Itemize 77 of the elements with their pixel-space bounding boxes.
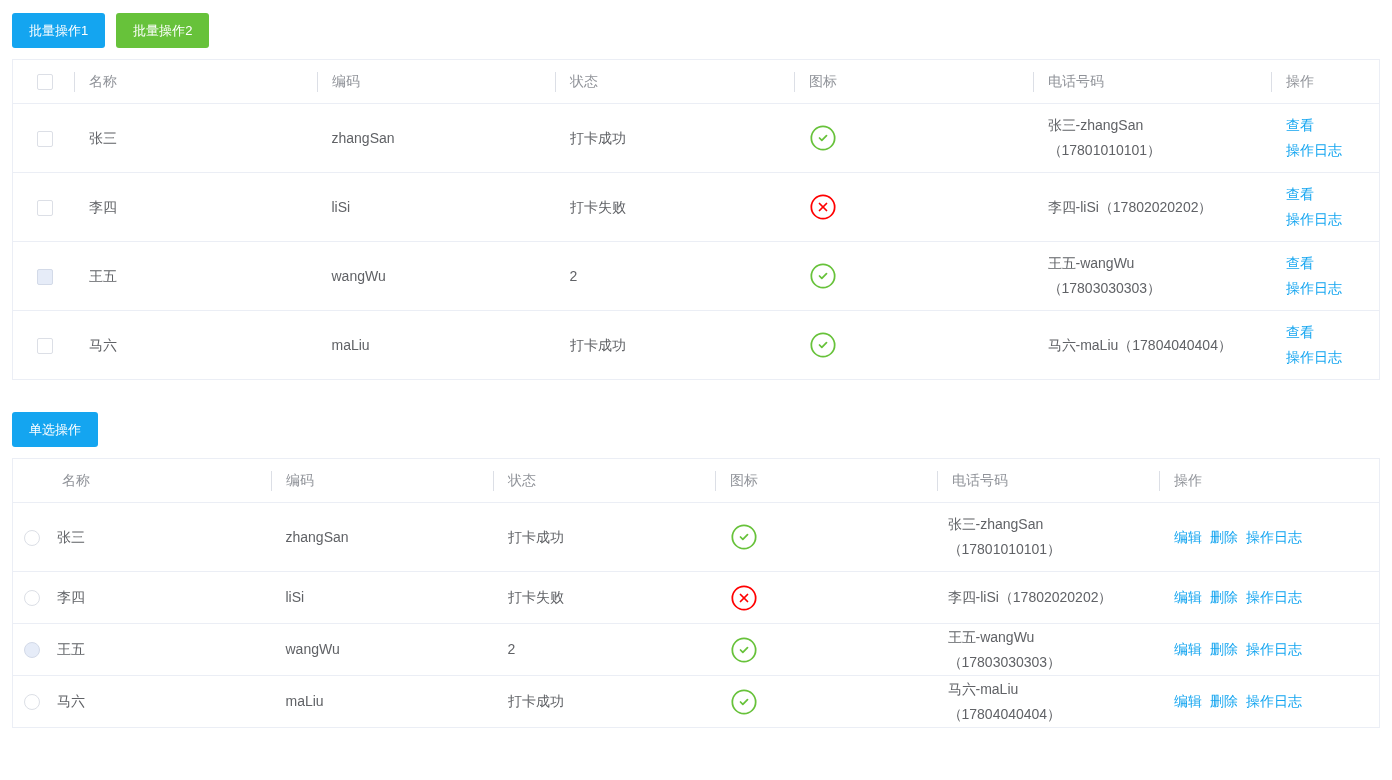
action-link[interactable]: 删除: [1209, 524, 1238, 550]
action-link[interactable]: 操作日志: [1245, 689, 1302, 714]
column-header: 电话号码: [951, 471, 1008, 490]
batch-action-button[interactable]: 批量操作1: [12, 13, 106, 48]
table-cell-text: 张三-zhangSan（17801010101）: [947, 515, 1063, 559]
table-cell-text: zhangSan: [285, 527, 349, 547]
table-cell-text: liSi: [285, 588, 305, 607]
column-header: 图标: [729, 471, 758, 490]
x-circle-icon: [808, 193, 837, 221]
action-link[interactable]: 操作日志: [1245, 585, 1302, 610]
check-circle-icon: [729, 523, 758, 551]
column-header: 编码: [285, 471, 314, 490]
table-cell-text: 王五: [88, 266, 117, 286]
column-header: 编码: [331, 72, 360, 91]
table-cell-text: zhangSan: [331, 128, 395, 148]
table-cell-text: liSi: [331, 197, 351, 217]
table-cell-text: 王五: [56, 640, 85, 659]
row-checkbox[interactable]: [37, 199, 53, 216]
column-header: 操作: [1285, 72, 1314, 91]
table-cell-text: maLiu: [285, 692, 324, 711]
column-header: 图标: [808, 72, 837, 91]
table-cell-text: 马六: [56, 692, 85, 711]
action-link[interactable]: 操作日志: [1285, 138, 1342, 163]
action-link[interactable]: 编辑: [1173, 524, 1202, 550]
action-link[interactable]: 编辑: [1173, 689, 1202, 714]
table-cell-text: wangWu: [331, 266, 386, 286]
check-circle-icon: [808, 262, 837, 290]
x-circle-icon: [729, 583, 758, 612]
check-circle-icon: [729, 635, 758, 664]
table-cell-text: 李四: [56, 588, 85, 607]
row-radio[interactable]: [24, 590, 40, 607]
column-header: 名称: [61, 471, 90, 490]
action-link[interactable]: 操作日志: [1285, 207, 1342, 232]
column-header: 状态: [507, 471, 536, 490]
action-link[interactable]: 编辑: [1173, 585, 1202, 610]
table-cell-text: 打卡成功: [507, 527, 564, 547]
table-cell-text: 马六-maLiu（17804040404）: [947, 679, 1063, 724]
batch-action-button[interactable]: 单选操作: [12, 412, 98, 447]
table-cell-text: 2: [569, 266, 578, 286]
table-cell-text: 张三: [88, 128, 117, 148]
action-link[interactable]: 操作日志: [1285, 345, 1342, 370]
action-link[interactable]: 删除: [1209, 689, 1238, 714]
row-checkbox[interactable]: [37, 130, 53, 147]
action-link[interactable]: 查看: [1285, 182, 1314, 207]
table-cell-text: 王五-wangWu（17803030303）: [947, 627, 1063, 672]
action-link[interactable]: 操作日志: [1245, 524, 1302, 550]
check-circle-icon: [808, 331, 837, 359]
action-link[interactable]: 删除: [1209, 585, 1238, 610]
table-cell-text: 2: [507, 640, 516, 659]
table-cell-text: 王五-wangWu（17803030303）: [1047, 254, 1163, 298]
action-link[interactable]: 查看: [1285, 113, 1314, 138]
table-cell-text: 李四-liSi（17802020202）: [1047, 197, 1213, 217]
table-cell-text: 张三: [56, 527, 85, 547]
table-cell-text: 打卡成功: [569, 128, 626, 148]
select-all-checkbox[interactable]: [37, 74, 53, 91]
column-header: 操作: [1173, 471, 1202, 490]
row-radio[interactable]: [24, 529, 40, 546]
column-header: 状态: [569, 72, 598, 91]
row-radio[interactable]: [24, 694, 40, 711]
table-cell-text: 打卡成功: [507, 692, 564, 711]
check-circle-icon: [729, 687, 758, 716]
batch-action-button[interactable]: 批量操作2: [116, 13, 210, 48]
table-cell-text: 打卡成功: [569, 335, 626, 355]
table-cell-text: 张三-zhangSan（17801010101）: [1047, 116, 1163, 160]
table-cell-text: 马六: [88, 335, 117, 355]
table-cell-text: maLiu: [331, 335, 370, 355]
column-header: 名称: [88, 72, 117, 91]
check-circle-icon: [808, 124, 837, 152]
table-cell-text: 李四-liSi（17802020202）: [947, 588, 1113, 607]
table-cell-text: 打卡失败: [507, 588, 564, 607]
table-cell-text: wangWu: [285, 640, 340, 659]
table-cell-text: 马六-maLiu（17804040404）: [1047, 335, 1232, 355]
table-cell-text: 打卡失败: [569, 197, 626, 217]
action-link[interactable]: 查看: [1285, 320, 1314, 345]
column-header: 电话号码: [1047, 72, 1104, 91]
row-checkbox[interactable]: [37, 337, 53, 354]
table-cell-text: 李四: [88, 197, 117, 217]
